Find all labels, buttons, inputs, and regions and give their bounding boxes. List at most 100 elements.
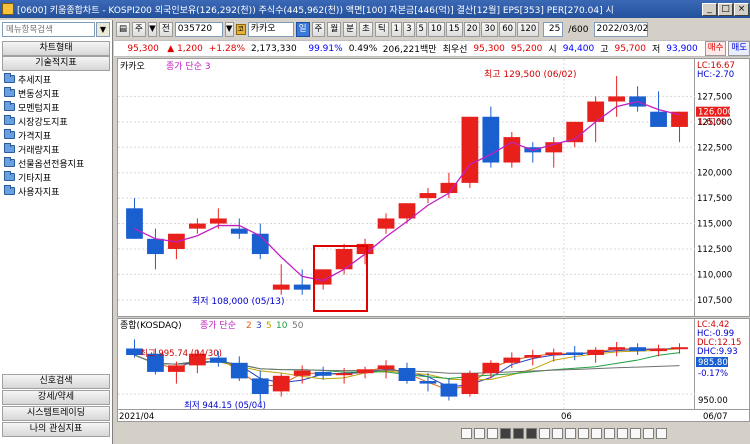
daily-button[interactable]: 일 [295,22,310,37]
price-candles [126,76,688,295]
strength-button[interactable]: 강세/약세 [2,390,110,405]
price-chart[interactable]: 카카오 종가 단순 3 최고 129,500 (06/02) 최저 108,00… [117,58,696,318]
folder-icon [4,73,15,83]
second-button[interactable]: 초 [359,22,373,37]
price-candle [230,228,248,234]
tool-icon[interactable] [474,428,485,439]
indicator-tree: 추세지표 변동성지표 모멘텀지표시장강도지표가격지표 거래량지표 선물옵션전용지표기타지… [4,72,112,198]
close-button[interactable]: × [734,2,749,16]
date-input[interactable]: 2022/03/02 [593,22,648,37]
bid-price: 95,200 [510,43,543,54]
period-button-10[interactable]: 10 [427,22,445,37]
price-change-pct: +1.28% [208,43,245,54]
tool-icon[interactable] [630,428,641,439]
tool-icon[interactable] [591,428,602,439]
menu-search-input[interactable] [2,22,95,37]
tool-icon[interactable] [604,428,615,439]
tree-item[interactable]: 기타지표 [4,170,112,184]
stock-type-icon: 코 [235,24,246,35]
tree-item[interactable]: 시장강도지표 [4,114,112,128]
tree-item-label: 가격지표 [18,131,52,142]
market-dropdown-icon[interactable]: ▼ [147,22,157,37]
period-button-1[interactable]: 1 [390,22,403,37]
sell-button[interactable]: 매도 [728,41,750,56]
monthly-button[interactable]: 월 [327,22,342,37]
chart-type-button[interactable]: 차트형태 [2,41,110,56]
kosdaq-scale-svg: LC:4.42 HC:-0.99 DLC:12.15 DHC:9.93 985.… [696,320,741,406]
system-trading-button[interactable]: 시스템트레이딩 [2,406,110,421]
tick-button[interactable]: 틱 [374,22,389,37]
price-tick-label: 120,000 [697,169,732,179]
kosdaq-candle [293,370,311,376]
tree-item[interactable]: 선물옵션전용지표 [4,156,112,170]
tree-item[interactable]: 가격지표 [4,128,112,142]
buy-button[interactable]: 매수 [704,41,727,56]
tree-item[interactable]: 거래량지표 [4,142,112,156]
price-candle [503,137,521,163]
kosdaq-chart[interactable]: 종합(KOSDAQ) 종가 단순 2 3 5 10 50 최고 995.74 (… [117,318,696,411]
tree-item[interactable]: 모멘텀지표 [4,100,112,114]
kosdaq-candle [629,347,646,352]
tool-icon[interactable] [539,428,550,439]
kosdaq-last-pct: -0.17% [698,369,728,379]
tree-item[interactable]: 사용자지표 [4,184,112,198]
kosdaq-candle [377,365,395,370]
price-ma-label: 종가 단순 3 [166,61,211,72]
market-select[interactable]: 주 [132,22,146,37]
tool-icon[interactable] [643,428,654,439]
minute-button[interactable]: 분 [343,22,357,37]
signal-search-button[interactable]: 신호검색 [2,374,110,389]
indicator-button[interactable]: 기술적지표 [2,56,110,71]
count-input[interactable]: 25 [543,22,564,37]
price-chart-svg: 카카오 종가 단순 3 최고 129,500 (06/02) 최저 108,00… [118,59,696,318]
x-axis-start: 2021/04 [119,412,154,422]
tool-icon[interactable] [487,428,498,439]
kosdaq-scale: LC:4.42 HC:-0.99 DLC:12.15 DHC:9.93 985.… [695,318,750,410]
price-candle [147,238,164,255]
code-dropdown-icon[interactable]: ▼ [224,22,234,37]
tree-item-label: 기타지표 [18,173,52,184]
tool-icon[interactable] [565,428,576,439]
tool-icon[interactable] [500,428,511,439]
kosdaq-candle [419,381,437,384]
jeon-button[interactable]: 전 [158,22,173,37]
tool-icon[interactable] [513,428,524,439]
menu-icon[interactable]: ▤ [116,22,131,37]
kosdaq-candle [251,378,269,394]
kosdaq-candle [545,352,563,355]
period-button-20[interactable]: 20 [463,22,481,37]
minimize-button[interactable]: _ [702,2,717,16]
my-favorite-indicator-button[interactable]: 나의 관심지표 [2,422,110,437]
weekly-button[interactable]: 주 [311,22,326,37]
period-button-120[interactable]: 120 [517,22,540,37]
period-button-3[interactable]: 3 [403,22,415,37]
tool-icon[interactable] [617,428,628,439]
price-last-value: 126,000 [698,108,733,118]
tool-icon[interactable] [552,428,563,439]
period-button-30[interactable]: 30 [481,22,499,37]
app-icon [2,3,14,15]
tool-icon[interactable] [526,428,537,439]
price-stock-label: 카카오 [120,61,145,72]
tool-icon[interactable] [461,428,472,439]
tool-icon[interactable] [656,428,667,439]
price-tick-label: 122,500 [697,143,732,153]
tree-item[interactable]: 추세지표 [4,72,112,86]
maximize-button[interactable]: □ [718,2,733,16]
period-button-60[interactable]: 60 [499,22,517,37]
price-candle [188,223,206,229]
open-label: 시 [548,45,557,55]
period-button-15[interactable]: 15 [445,22,463,37]
tool-icon[interactable] [578,428,589,439]
kosdaq-high-annotation: 최고 995.74 (04/30) [140,348,222,359]
tree-item[interactable]: 변동성지표 [4,86,112,100]
stock-code-input[interactable]: 035720 [174,22,223,37]
kosdaq-ma-label: 종가 단순 [200,320,236,331]
price-ma3-line [134,100,680,282]
folder-icon [4,143,15,153]
price-candle [126,208,143,239]
tree-item-label: 시장강도지표 [18,117,68,128]
period-button-5[interactable]: 5 [415,22,427,37]
period-buttons: 1 3 5 10 15 20 30 60 120 [390,22,540,37]
menu-search-dropdown-icon[interactable]: ▼ [96,22,110,37]
